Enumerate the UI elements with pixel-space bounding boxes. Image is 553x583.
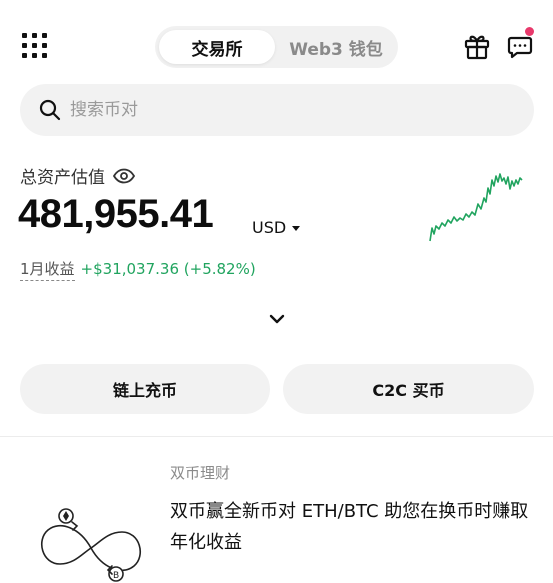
total-assets-label: 总资产估值 <box>20 163 135 188</box>
eye-icon[interactable] <box>113 168 135 184</box>
grid-menu-icon[interactable] <box>22 33 48 59</box>
mode-switch: 交易所 Web3 钱包 <box>155 26 398 68</box>
monthly-profit-value: +$31,037.36 (+5.82%) <box>80 260 256 278</box>
balance-sparkline <box>429 173 523 242</box>
chat-icon[interactable] <box>506 32 534 60</box>
tab-exchange[interactable]: 交易所 <box>159 30 275 64</box>
dual-currency-infinity-icon: B <box>40 508 142 582</box>
search-bar[interactable] <box>20 84 534 136</box>
section-divider <box>0 436 553 437</box>
svg-text:B: B <box>113 571 119 581</box>
search-input[interactable] <box>70 100 490 120</box>
monthly-profit-label[interactable]: 1月收益 <box>20 258 75 281</box>
chevron-down-icon[interactable] <box>266 309 288 329</box>
total-assets-text: 总资产估值 <box>20 168 105 188</box>
monthly-profit-row: 1月收益 +$31,037.36 (+5.82%) <box>20 258 256 281</box>
notification-dot <box>525 27 534 36</box>
product-tag: 双币理财 <box>170 464 231 482</box>
currency-label: USD <box>252 218 287 237</box>
product-title[interactable]: 双币赢全新币对 ETH/BTC 助您在换币时赚取年化收益 <box>170 496 530 558</box>
search-icon <box>39 99 61 121</box>
caret-down-icon <box>292 225 301 231</box>
onchain-deposit-button[interactable]: 链上充币 <box>20 364 270 414</box>
currency-selector[interactable]: USD <box>252 218 301 237</box>
c2c-buy-button[interactable]: C2C 买币 <box>283 364 534 414</box>
tab-web3-wallet[interactable]: Web3 钱包 <box>277 30 395 64</box>
total-balance: 481,955.41 <box>18 192 214 236</box>
gift-icon[interactable] <box>464 32 490 60</box>
